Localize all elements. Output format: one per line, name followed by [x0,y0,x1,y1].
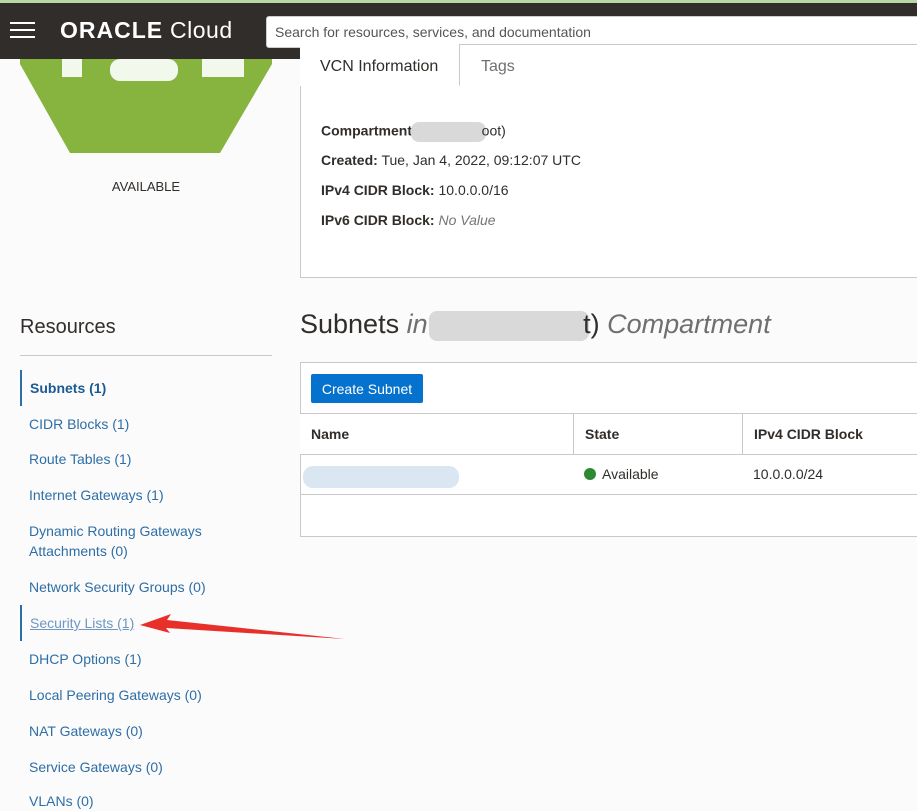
redacted-compartment [410,122,486,142]
resource-drg-line2[interactable]: Attachments (0) [20,541,272,561]
column-header-ipv4-cidr[interactable]: IPv4 CIDR Block [743,414,917,454]
resource-service-gateways[interactable]: Service Gateways (0) [20,757,272,777]
annotation-arrow-icon [140,614,345,639]
subnets-in-word: in [406,309,428,339]
resource-subnets[interactable]: Subnets (1) [20,370,272,406]
resource-route-tables[interactable]: Route Tables (1) [20,449,272,469]
tab-tags[interactable]: Tags [461,44,561,86]
resource-drg-line1[interactable]: Dynamic Routing Gateways [20,521,272,541]
ipv4-label: IPv4 CIDR Block: [321,182,435,198]
hamburger-menu-icon[interactable] [10,22,35,38]
logo-product: Cloud [170,17,233,43]
subnet-name-link[interactable] [300,455,573,495]
compartment-label: Compartment: [321,122,417,139]
subnets-table-header: Name State IPv4 CIDR Block [300,413,917,455]
subnet-state-cell: Available [573,455,742,495]
resource-nat-gateways[interactable]: NAT Gateways (0) [20,721,272,741]
ipv6-label: IPv6 CIDR Block: [321,212,435,228]
info-ipv4-row: IPv4 CIDR Block: 10.0.0.0/16 [321,182,509,198]
redacted-subnet-name [303,466,459,488]
column-header-name[interactable]: Name [300,414,573,454]
subnet-cidr-cell: 10.0.0.0/24 [753,466,824,482]
resource-dhcp-options[interactable]: DHCP Options (1) [20,649,272,669]
resources-heading: Resources [20,316,116,338]
oracle-cloud-logo[interactable]: ORACLE Cloud [60,17,233,44]
resource-internet-gateways[interactable]: Internet Gateways (1) [20,485,272,505]
resources-divider [20,355,272,356]
info-compartment-row: Compartment: oot) [321,122,506,142]
vcn-status-label: AVAILABLE [111,179,181,194]
resource-vlans[interactable]: VLANs (0) [20,791,272,811]
subnets-heading: Subnets in t) Compartment [300,309,771,341]
subnets-title-text: Subnets [300,309,400,339]
info-ipv6-row: IPv6 CIDR Block: No Value [321,212,496,228]
redacted-compartment-name [429,310,590,341]
table-row: Available 10.0.0.0/24 [300,455,917,495]
created-label: Created: [321,152,378,168]
ipv4-value: 10.0.0.0/16 [438,182,509,198]
ipv6-value: No Value [438,212,496,228]
topbar-accent-stripe [0,0,917,3]
created-value: Tue, Jan 4, 2022, 09:12:07 UTC [381,152,581,168]
subnet-state: Available [602,466,659,482]
hexagon-icon [20,59,272,153]
column-header-state[interactable]: State [574,414,742,454]
logo-brand: ORACLE [60,17,164,43]
resource-cidr-blocks[interactable]: CIDR Blocks (1) [20,414,272,434]
compartment-value: oot) [481,122,506,139]
vcn-hexagon-graphic [20,59,272,154]
status-dot-icon [584,467,596,480]
resource-local-peering-gateways[interactable]: Local Peering Gateways (0) [20,685,272,705]
info-created-row: Created: Tue, Jan 4, 2022, 09:12:07 UTC [321,152,581,168]
tab-vcn-information[interactable]: VCN Information [300,44,460,86]
subnets-compartment-word: Compartment [607,309,771,339]
subnets-compartment-suffix: t) [583,309,600,339]
create-subnet-button[interactable]: Create Subnet [311,374,423,403]
resource-network-security-groups[interactable]: Network Security Groups (0) [20,577,272,597]
